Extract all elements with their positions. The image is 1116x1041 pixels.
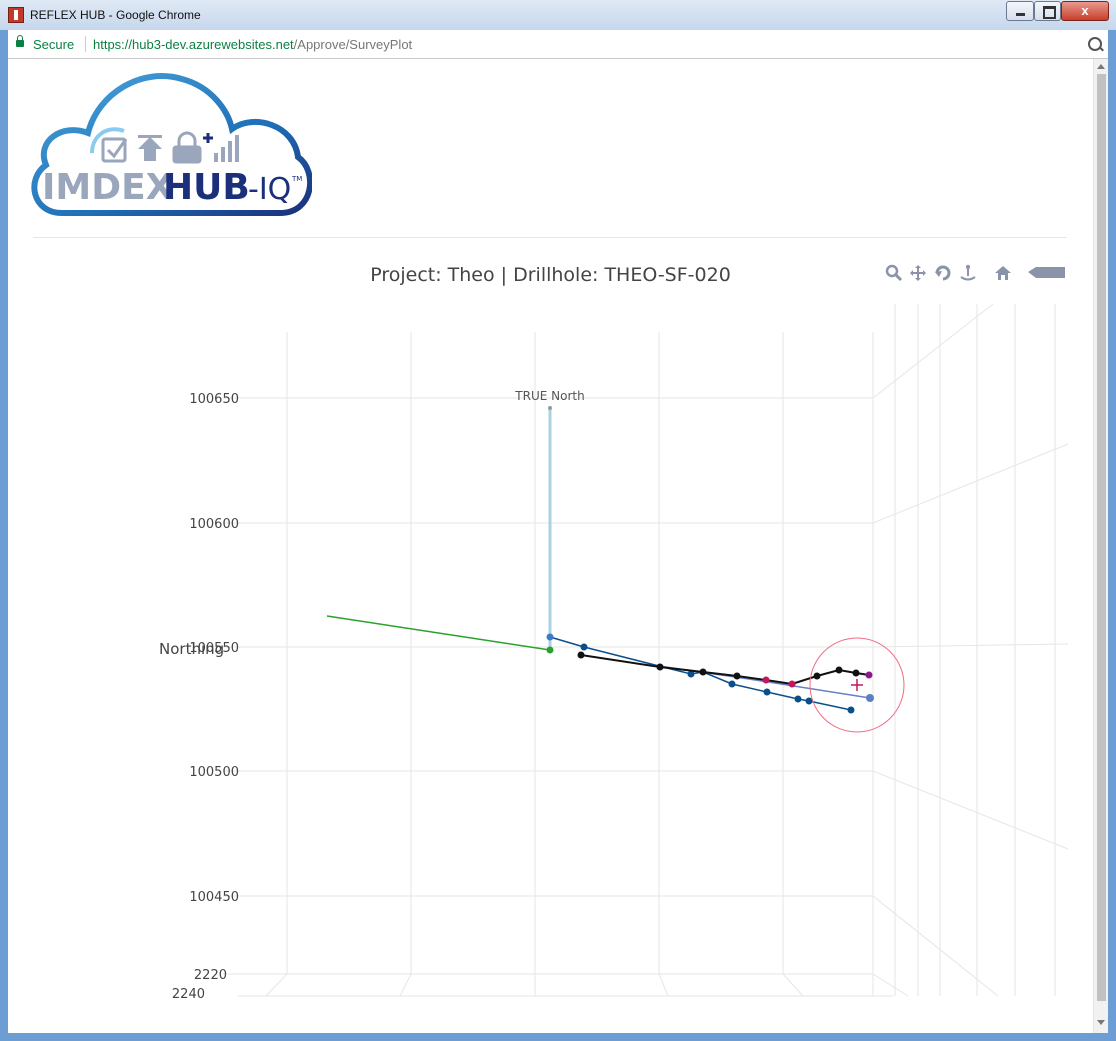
survey-point [656,663,664,671]
minimize-button[interactable] [1006,1,1034,21]
imdex-hub-iq-logo: IMDEX HUB -IQ TM [31,73,312,216]
header-divider [33,237,1067,238]
scroll-down-icon[interactable] [1097,1020,1105,1025]
maximize-button[interactable] [1034,1,1061,21]
survey-point [763,688,771,696]
survey-point [865,671,873,679]
window-title: REFLEX HUB - Google Chrome [30,8,201,22]
bar-chart-icon [203,133,239,162]
orbit-icon[interactable] [934,264,952,282]
y-axis-title: Northing [159,640,224,658]
survey-point [546,633,554,641]
survey-point [835,666,843,674]
y-tick-label: 100500 [189,765,239,780]
survey-point [762,676,770,684]
survey-point [852,669,860,677]
page-content: IMDEX HUB -IQ TM Project: Theo | Drillho… [8,59,1108,1033]
survey-plot[interactable]: 100650 100600 100550 100500 100450 2220 … [8,294,1093,1033]
url-text[interactable]: https://hub3-dev.azurewebsites.net/Appro… [93,37,412,52]
url-host: https://hub3-dev.azurewebsites.net [93,37,294,52]
lock-check-icon [172,131,202,164]
logo-tm: TM [291,175,302,183]
browser-window: REFLEX HUB - Google Chrome x Secure http… [0,0,1116,1041]
survey-point [699,668,707,676]
zoom-icon[interactable] [885,264,903,282]
survey-point [847,706,855,714]
survey-point [733,672,741,680]
lock-icon [16,35,24,47]
planned-collar-point [546,646,554,654]
survey-point [805,697,813,705]
secure-label: Secure [33,37,75,52]
close-icon: x [1081,3,1089,18]
url-path: /Approve/SurveyPlot [293,37,413,52]
survey-point [866,694,874,702]
reset-camera-icon[interactable] [994,264,1012,282]
survey-point [728,680,736,688]
page-scrollbar[interactable] [1093,59,1108,1033]
survey-point [580,643,588,651]
toggle-spikelines-icon[interactable] [1027,264,1067,282]
title-bar: REFLEX HUB - Google Chrome x [0,0,1116,30]
check-icon [101,137,128,163]
address-bar[interactable]: Secure https://hub3-dev.azurewebsites.ne… [8,30,1108,59]
scroll-up-icon[interactable] [1097,64,1105,69]
turntable-icon[interactable] [959,264,977,282]
z-tick-label: 2240 [172,987,205,1002]
z-tick-label: 2220 [194,968,227,983]
survey-point [794,695,802,703]
plot-title: Project: Theo | Drillhole: THEO-SF-020 [370,264,731,286]
y-tick-label: 100600 [189,517,239,532]
logo-hub: HUB [163,167,250,208]
y-tick-label: 100450 [189,890,239,905]
logo-imdex: IMDEX [42,167,174,208]
target-crosshair [851,679,863,691]
upload-icon [138,135,162,161]
address-separator [85,36,86,52]
survey-point [577,651,585,659]
close-button[interactable]: x [1061,1,1109,21]
reflex-app-icon [8,7,24,23]
logo-iq: -IQ [248,172,291,207]
survey-point [788,680,796,688]
y-tick-label: 100650 [189,392,239,407]
survey-point [813,672,821,680]
pan-icon[interactable] [909,264,927,282]
true-north-label: TRUE North [514,389,584,403]
zoom-icon[interactable] [1088,37,1102,51]
planned-trace [326,615,551,651]
true-north-marker [548,406,552,410]
y-tick-labels: 100650 100600 100550 100500 100450 2220 … [172,392,239,1002]
grid-lines [223,303,1069,997]
scroll-thumb[interactable] [1097,74,1106,1001]
